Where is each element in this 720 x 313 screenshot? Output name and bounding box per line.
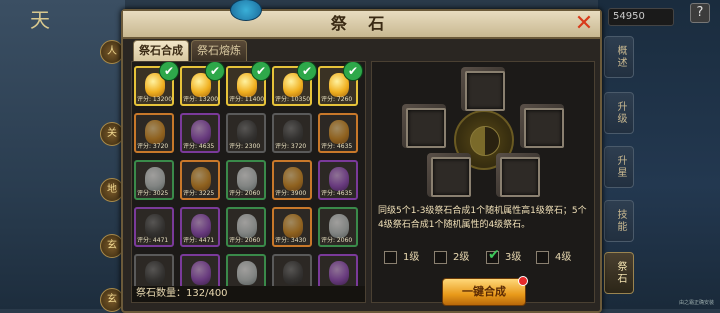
stone-score: 评分: 3720 — [275, 143, 307, 150]
level-filter-1[interactable]: 1级 — [384, 248, 419, 264]
stone-score: 评分: 2300 — [229, 143, 261, 150]
side-tab[interactable]: 升级 — [604, 92, 634, 134]
stone-slot[interactable]: 评分: 10350 ✔ — [272, 62, 317, 106]
stone-score: 评分: 7260 — [321, 96, 353, 103]
stone-score: 评分: 4471 — [137, 237, 169, 244]
merge-slot-2[interactable] — [406, 108, 446, 148]
stone-slot[interactable]: 评分: 11400 ✔ — [226, 62, 271, 106]
stone-score: 评分: 3720 — [137, 143, 169, 150]
side-tab[interactable]: 技能 — [604, 200, 634, 242]
stone-slot[interactable]: 评分: 3025 — [134, 160, 174, 200]
stone-score: 评分: 4471 — [183, 237, 215, 244]
merge-description: 同级5个1-3级祭石合成1个随机属性高1级祭石；5个4级祭石合成1个随机属性的4… — [378, 206, 587, 230]
stone-slot[interactable]: 评分: 2300 — [226, 113, 266, 153]
level-checkbox-1[interactable] — [384, 250, 397, 264]
stone-slot[interactable]: 评分: 3430 — [272, 207, 312, 247]
selected-check-icon: ✔ — [297, 62, 317, 81]
stone-slot[interactable]: 评分: 13200 ✔ — [134, 62, 179, 106]
side-tab[interactable]: 祭石 — [604, 252, 634, 294]
level-filter-3[interactable]: ✔ 3级 — [486, 247, 522, 264]
stone-score: 评分: 2060 — [321, 237, 353, 244]
stone-score: 评分: 2060 — [229, 190, 261, 197]
merge-slot-3[interactable] — [524, 108, 564, 148]
stone-slot[interactable]: 评分: 13200 ✔ — [180, 62, 225, 106]
side-tab[interactable]: 概述 — [604, 36, 634, 78]
stone-icon — [237, 261, 257, 285]
stone-slot[interactable]: 评分: 2060 — [226, 160, 266, 200]
dialog-header: 祭 石 ✕ — [123, 0, 600, 39]
background-title: 天 — [30, 8, 54, 32]
stone-slot[interactable]: 评分: 2060 — [226, 207, 266, 247]
stone-slot[interactable]: 评分: 3720 — [272, 113, 312, 153]
level-filter-2[interactable]: 2级 — [434, 248, 469, 264]
sacrifice-stone-dialog: 祭 石 ✕ 祭石合成 祭石熔炼 评分: 13200 ✔ 评分: 13200 ✔ 评分: … — [121, 0, 602, 313]
stone-slot[interactable]: 评分: 4471 — [180, 207, 220, 247]
stone-slot[interactable]: 评分: 4471 — [134, 207, 174, 247]
close-button[interactable]: ✕ — [573, 13, 595, 35]
tab-stone-merge[interactable]: 祭石合成 — [133, 40, 189, 61]
dialog-title: 祭 石 — [330, 14, 393, 33]
stone-slot[interactable]: 评分: 4635 — [180, 113, 220, 153]
merge-slot-1[interactable] — [465, 71, 505, 111]
level-checkbox-2[interactable] — [434, 250, 447, 264]
stone-score: 评分: 10350 — [275, 96, 311, 103]
stone-count: 祭石数量：132/400 — [132, 286, 365, 302]
stone-icon — [145, 261, 165, 285]
stone-slot[interactable]: 评分: 4635 — [318, 113, 358, 153]
one-click-merge-button[interactable]: 一键合成 — [442, 276, 528, 306]
stone-slot[interactable]: 评分: 3225 — [180, 160, 220, 200]
watermark-text: 由之霜正确安装 — [678, 300, 714, 306]
selected-check-icon: ✔ — [251, 62, 271, 81]
stone-score: 评分: 13200 — [183, 96, 219, 103]
notification-dot-icon — [518, 276, 528, 286]
stone-score: 评分: 11400 — [229, 96, 265, 103]
stone-inventory-panel: 评分: 13200 ✔ 评分: 13200 ✔ 评分: 11400 ✔ 评分: 10350 ✔… — [131, 61, 366, 303]
level-label-2: 2级 — [453, 252, 470, 263]
stone-score: 评分: 4635 — [321, 190, 353, 197]
merge-slot-4[interactable] — [431, 157, 471, 197]
merge-button-label: 一键合成 — [462, 285, 506, 298]
stone-score: 评分: 2060 — [229, 237, 261, 244]
yin-yang-icon — [470, 126, 500, 156]
merge-slot-5[interactable] — [500, 157, 540, 197]
level-checkbox-3[interactable]: ✔ — [486, 247, 500, 264]
side-tab[interactable]: 升星 — [604, 146, 634, 188]
currency-display: 54950 — [608, 8, 674, 26]
stone-score: 评分: 4635 — [183, 143, 215, 150]
stone-score: 评分: 4635 — [321, 143, 353, 150]
stone-slot[interactable]: 评分: 4635 — [318, 160, 358, 200]
level-label-1: 1级 — [403, 252, 420, 263]
stone-score: 评分: 3900 — [275, 190, 307, 197]
level-checkbox-4[interactable] — [536, 250, 549, 264]
selected-check-icon: ✔ — [205, 62, 225, 81]
stone-slot[interactable]: 评分: 2060 — [318, 207, 358, 247]
help-button[interactable]: ? — [690, 3, 710, 23]
stone-score: 评分: 3225 — [183, 190, 215, 197]
stone-score: 评分: 3430 — [275, 237, 307, 244]
level-label-4: 4级 — [555, 252, 572, 263]
tab-stone-smelt[interactable]: 祭石熔炼 — [191, 40, 247, 61]
selected-check-icon: ✔ — [159, 62, 179, 81]
stone-icon — [329, 261, 349, 285]
stone-slot[interactable]: 评分: 3900 — [272, 160, 312, 200]
stone-slot[interactable]: 评分: 3720 — [134, 113, 174, 153]
stone-score: 评分: 13200 — [137, 96, 173, 103]
check-icon: ✔ — [488, 246, 500, 263]
stone-slot[interactable]: 评分: 7260 ✔ — [318, 62, 363, 106]
merge-panel: 同级5个1-3级祭石合成1个随机属性高1级祭石；5个4级祭石合成1个随机属性的4… — [371, 61, 595, 306]
stone-score: 评分: 3025 — [137, 190, 169, 197]
level-filter-4[interactable]: 4级 — [536, 248, 571, 264]
stone-icon — [283, 261, 303, 285]
stone-icon — [191, 261, 211, 285]
selected-check-icon: ✔ — [343, 62, 363, 81]
level-label-3: 3级 — [505, 252, 522, 263]
